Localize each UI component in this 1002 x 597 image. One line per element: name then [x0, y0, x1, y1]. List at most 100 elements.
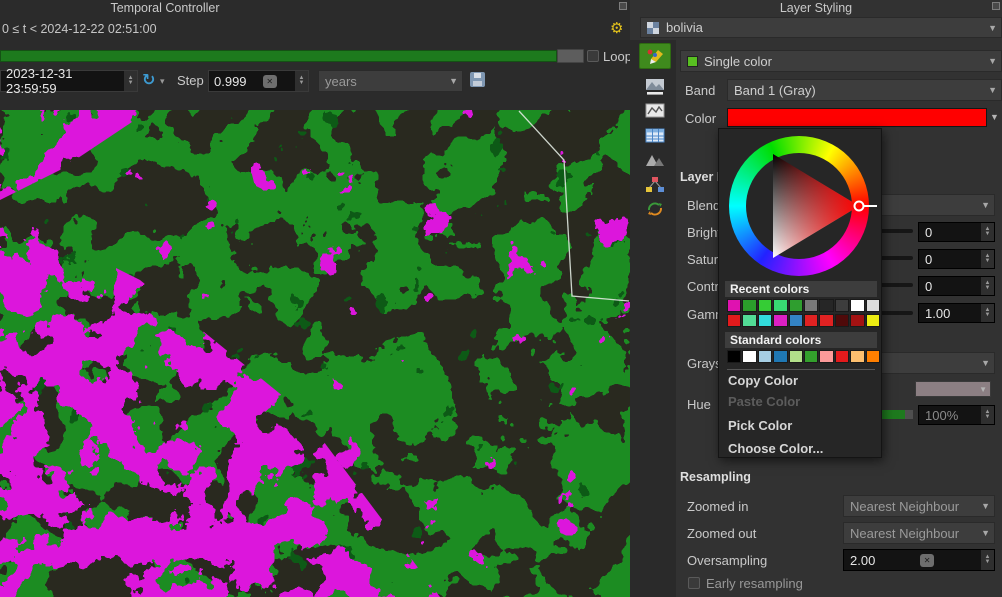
save-settings-icon[interactable]: [470, 72, 485, 87]
color-swatch[interactable]: [804, 314, 818, 327]
map-canvas[interactable]: [0, 110, 630, 597]
oversampling-value: 2.00: [850, 553, 875, 568]
recent-colors-row2: [727, 314, 880, 327]
color-swatch[interactable]: [789, 314, 803, 327]
history-tab[interactable]: [639, 196, 671, 222]
color-swatch[interactable]: [758, 299, 772, 312]
history-icon: [645, 200, 665, 218]
transparency-tab[interactable]: [639, 74, 671, 100]
spin-buttons[interactable]: ▲▼: [295, 71, 308, 91]
color-swatch[interactable]: [819, 314, 833, 327]
color-swatch[interactable]: [850, 314, 864, 327]
temporal-controller-title: Temporal Controller: [0, 1, 330, 15]
color-swatch[interactable]: [804, 299, 818, 312]
resampling-header: Resampling: [680, 470, 751, 484]
spin-buttons[interactable]: ▲▼: [124, 71, 137, 91]
datetime-input[interactable]: 2023-12-31 23:59:59 ▲▼: [0, 70, 138, 92]
spin-buttons[interactable]: ▲▼: [981, 550, 994, 570]
panel-dock-icon[interactable]: [619, 2, 627, 10]
loop-checkbox[interactable]: [587, 50, 599, 62]
spin-buttons[interactable]: ▲▼: [981, 277, 994, 295]
color-swatch[interactable]: [727, 350, 741, 363]
spin-buttons[interactable]: ▲▼: [981, 304, 994, 322]
time-slider-track[interactable]: [0, 50, 557, 62]
band-dropdown[interactable]: Band 1 (Gray) ▼: [727, 79, 1002, 101]
pick-color-item[interactable]: Pick Color: [719, 415, 883, 436]
step-unit-dropdown[interactable]: years ▼: [318, 70, 463, 92]
saturation-spinbox[interactable]: 0 ▲▼: [918, 249, 995, 269]
color-swatch[interactable]: [758, 314, 772, 327]
clear-icon[interactable]: ✕: [920, 554, 934, 567]
color-button[interactable]: [727, 108, 987, 127]
color-swatch[interactable]: [850, 299, 864, 312]
chevron-down-icon: ▼: [988, 85, 997, 95]
color-swatch[interactable]: [850, 350, 864, 363]
contrast-value: 0: [925, 279, 932, 294]
color-swatch[interactable]: [866, 314, 880, 327]
pyramids-tab[interactable]: [639, 148, 671, 174]
step-label: Step: [177, 73, 204, 88]
color-swatch[interactable]: [773, 350, 787, 363]
attribute-table-tab[interactable]: [639, 123, 671, 149]
clear-icon[interactable]: ✕: [263, 75, 277, 88]
chevron-down-icon: ▼: [988, 56, 997, 66]
spin-buttons[interactable]: ▲▼: [981, 406, 994, 424]
choose-color-item[interactable]: Choose Color...: [719, 438, 883, 459]
contrast-spinbox[interactable]: 0 ▲▼: [918, 276, 995, 296]
color-swatch[interactable]: [758, 350, 772, 363]
settings-gear-icon[interactable]: ⚙: [610, 22, 623, 36]
hue-triangle[interactable]: [719, 129, 883, 289]
panel-dock-icon[interactable]: [992, 2, 1000, 10]
symbology-tab[interactable]: [639, 43, 671, 69]
chevron-down-icon: ▼: [979, 385, 987, 394]
band-label: Band: [685, 83, 715, 98]
zoomed-out-value: Nearest Neighbour: [850, 526, 959, 541]
color-swatch[interactable]: [727, 299, 741, 312]
zoomed-out-dropdown[interactable]: Nearest Neighbour ▼: [843, 522, 995, 544]
oversampling-input[interactable]: 2.00 ✕ ▲▼: [843, 549, 995, 571]
color-swatch[interactable]: [819, 350, 833, 363]
step-input[interactable]: 0.999 ✕ ▲▼: [208, 70, 309, 92]
color-swatch[interactable]: [804, 350, 818, 363]
app-window: Temporal Controller 0 ≤ t < 2024-12-22 0…: [0, 0, 1002, 597]
chevron-down-icon: ▼: [981, 501, 990, 511]
color-swatch[interactable]: [819, 299, 833, 312]
chevron-down-icon: ▼: [981, 358, 990, 368]
zoomed-in-dropdown[interactable]: Nearest Neighbour ▼: [843, 495, 995, 517]
spin-buttons[interactable]: ▲▼: [981, 250, 994, 268]
colorize-color-button[interactable]: ▼: [915, 381, 991, 397]
color-swatch[interactable]: [835, 314, 849, 327]
color-dropdown-caret[interactable]: ▼: [990, 112, 999, 122]
datetime-value: 2023-12-31 23:59:59: [6, 66, 124, 96]
color-swatch[interactable]: [835, 299, 849, 312]
color-swatch[interactable]: [742, 299, 756, 312]
brightness-spinbox[interactable]: 0 ▲▼: [918, 222, 995, 242]
refresh-icon[interactable]: ↻: [142, 70, 155, 90]
color-swatch[interactable]: [742, 314, 756, 327]
renderer-dropdown[interactable]: Single color ▼: [680, 50, 1002, 72]
color-swatch[interactable]: [789, 299, 803, 312]
metadata-tab[interactable]: [639, 172, 671, 198]
attribute-table-icon: [645, 127, 665, 145]
spin-buttons[interactable]: ▲▼: [981, 223, 994, 241]
copy-color-item[interactable]: Copy Color: [719, 370, 883, 391]
color-swatch[interactable]: [866, 299, 880, 312]
hue-strength-spinbox[interactable]: 100% ▲▼: [918, 405, 995, 425]
color-swatch[interactable]: [742, 350, 756, 363]
color-swatch[interactable]: [866, 350, 880, 363]
layer-selector-dropdown[interactable]: bolivia ▼: [640, 17, 1002, 38]
color-swatch[interactable]: [773, 314, 787, 327]
gamma-spinbox[interactable]: 1.00 ▲▼: [918, 303, 995, 323]
color-swatch[interactable]: [727, 314, 741, 327]
gamma-value: 1.00: [925, 306, 950, 321]
brightness-value: 0: [925, 225, 932, 240]
color-swatch[interactable]: [835, 350, 849, 363]
histogram-tab[interactable]: [639, 98, 671, 124]
early-resampling-checkbox[interactable]: [688, 577, 700, 589]
time-slider-handle[interactable]: [557, 49, 584, 63]
loop-label: Loop: [603, 49, 632, 64]
color-swatch[interactable]: [773, 299, 787, 312]
refresh-dropdown-caret[interactable]: ▾: [160, 76, 165, 87]
color-swatch[interactable]: [789, 350, 803, 363]
temporal-range-text: 0 ≤ t < 2024-12-22 02:51:00: [2, 22, 157, 36]
